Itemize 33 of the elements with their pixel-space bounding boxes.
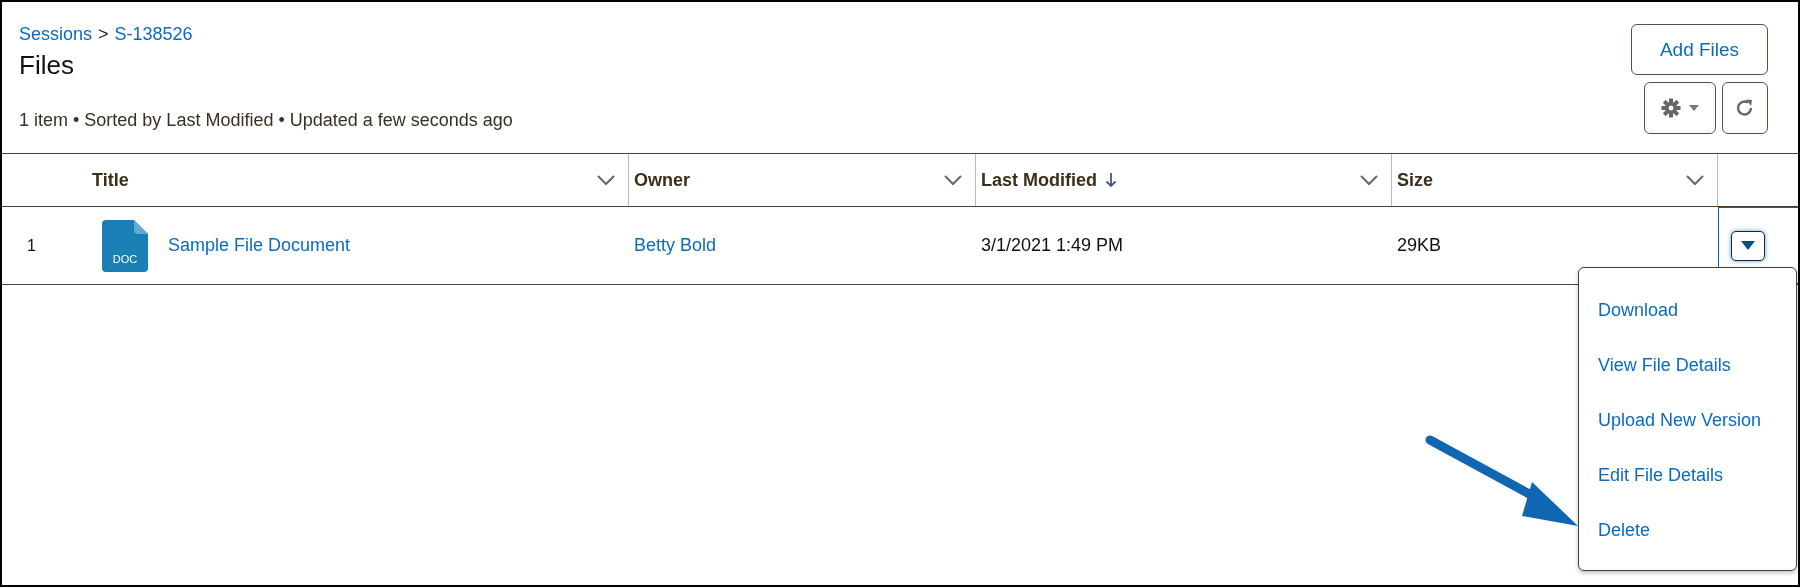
column-header[interactable]: Last Modified	[981, 169, 1097, 191]
breadcrumb-link[interactable]: S-138526	[114, 24, 193, 45]
menu-item[interactable]: Edit File Details	[1579, 448, 1796, 503]
breadcrumb-link[interactable]: Sessions	[19, 24, 93, 45]
menu-item[interactable]: Delete	[1579, 503, 1796, 558]
sort-down-arrow-icon	[1105, 172, 1117, 188]
document-file-icon: DOC	[102, 219, 148, 272]
chevron-down-icon[interactable]	[596, 174, 616, 186]
chevron-down-icon[interactable]	[1685, 174, 1705, 186]
page-title: Files	[19, 50, 75, 81]
column-header[interactable]: Size	[1397, 169, 1434, 191]
list-info: 1 item • Sorted by Last Modified • Updated a few seconds ago	[19, 110, 513, 131]
menu-item[interactable]: View File Details	[1579, 338, 1796, 393]
file-title-link[interactable]: Sample File Document	[168, 235, 351, 256]
caret-icon	[1689, 105, 1699, 111]
caret-icon	[1741, 241, 1755, 250]
add-files-button[interactable]: Add Files	[1631, 24, 1768, 75]
settings-button[interactable]	[1644, 82, 1716, 134]
refresh-icon	[1735, 98, 1755, 118]
row-actions-button[interactable]	[1731, 230, 1765, 261]
owner-link[interactable]: Betty Bold	[634, 235, 717, 256]
column-header[interactable]: Title	[92, 169, 129, 191]
row-number: 1	[26, 235, 37, 256]
modified-cell-text: 3/1/2021 1:49 PM	[980, 234, 1125, 257]
refresh-button[interactable]	[1722, 82, 1768, 134]
settings-icon	[1661, 98, 1681, 118]
chevron-down-icon[interactable]	[1359, 174, 1379, 186]
size-cell-text: 29KB	[1396, 234, 1443, 257]
column-header[interactable]: Owner	[634, 169, 690, 191]
breadcrumb-separator: >	[98, 24, 109, 45]
chevron-down-icon[interactable]	[943, 174, 963, 186]
menu-item[interactable]: Download	[1579, 283, 1796, 338]
menu-item[interactable]: Upload New Version	[1579, 393, 1796, 448]
